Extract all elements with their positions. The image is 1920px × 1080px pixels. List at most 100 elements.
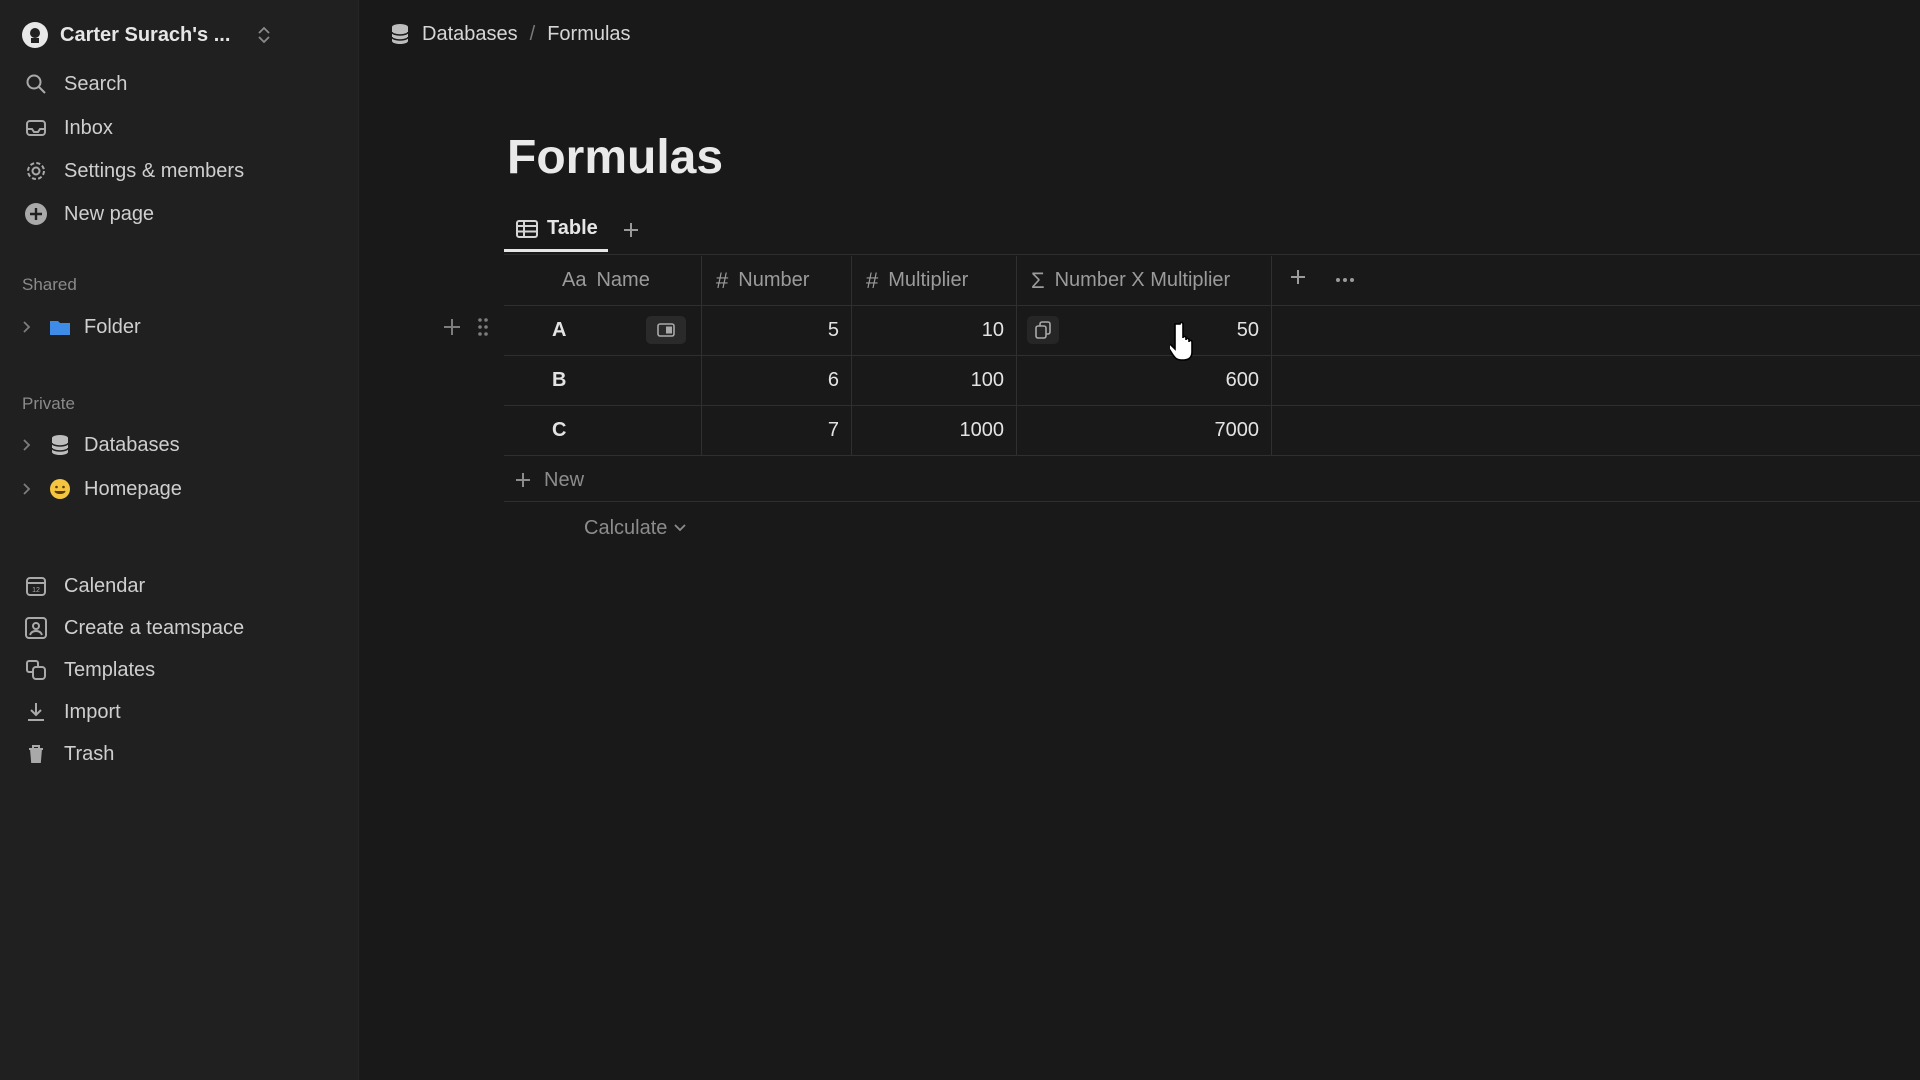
sidebar-item-label: Trash [64,742,115,765]
sidebar-item-calendar[interactable]: 12 Calendar [24,570,344,602]
table-icon [516,219,538,239]
sidebar-item-folder[interactable]: Folder [22,311,342,343]
svg-text:12: 12 [32,587,40,594]
breadcrumb-separator: / [529,22,536,45]
table-row[interactable]: A 5 10 50 [504,306,1920,356]
column-header-formula[interactable]: Σ Number X Multiplier [1016,256,1272,305]
sidebar-item-label: Folder [84,315,141,338]
breadcrumb-item-databases[interactable]: Databases [422,23,518,46]
chevron-updown-icon[interactable] [256,25,272,45]
tab-label: Table [547,217,598,239]
sidebar-item-label: Create a teamspace [64,616,245,639]
calculate-label: Calculate [584,516,668,539]
sidebar-item-inbox[interactable]: Inbox [24,112,344,144]
emoji-icon [48,477,72,501]
sidebar-item-label: Databases [84,433,180,456]
inbox-icon [24,116,48,140]
sidebar-item-label: Templates [64,658,156,681]
sidebar-item-label: Settings & members [64,159,245,182]
multiplier-cell[interactable]: 100 [851,356,1016,405]
drag-handle-icon[interactable] [476,316,490,338]
folder-icon [48,315,72,339]
text-type-icon: Aa [562,269,587,291]
sidebar-item-templates[interactable]: Templates [24,654,344,686]
tab-table[interactable]: Table [504,208,608,252]
number-cell[interactable]: 5 [701,306,851,355]
column-label: Name [596,269,650,291]
name-cell[interactable]: B [504,356,701,405]
add-view-icon[interactable] [622,221,640,239]
column-header-number[interactable]: # Number [701,256,851,305]
database-table: Aa Name # Number # Multiplier Σ Number X… [504,256,1920,456]
gear-icon [24,159,48,183]
sidebar-item-databases[interactable]: Databases [22,429,342,461]
sidebar: Carter Surach's ... Search Inbox Setting… [0,0,359,1080]
cell-value: A [552,319,567,341]
open-page-icon[interactable] [646,316,686,344]
calculate-button[interactable]: Calculate [584,514,687,542]
sidebar-item-settings[interactable]: Settings & members [24,155,344,187]
sidebar-item-search[interactable]: Search [24,68,344,100]
sidebar-item-label: Import [64,700,121,723]
sidebar-item-label: New page [64,202,155,225]
multiplier-cell[interactable]: 10 [851,306,1016,355]
sidebar-item-import[interactable]: Import [24,696,344,728]
add-row-icon[interactable] [442,317,462,337]
hash-icon: # [716,267,729,293]
teamspace-icon [24,616,48,640]
sidebar-item-label: Calendar [64,574,146,597]
chevron-down-icon [673,523,687,533]
multiplier-cell[interactable]: 1000 [851,406,1016,455]
hash-icon: # [866,267,879,293]
breadcrumb-item-formulas[interactable]: Formulas [547,23,630,46]
page-title[interactable]: Formulas [507,130,723,185]
formula-cell[interactable]: 50 [1016,306,1272,355]
row-handles [442,316,490,338]
column-label: Multiplier [888,269,969,291]
workspace-switcher[interactable]: Carter Surach's ... [22,18,342,52]
plus-icon [514,471,532,489]
formula-cell[interactable]: 600 [1016,356,1272,405]
database-icon [48,433,72,457]
formula-cell[interactable]: 7000 [1016,406,1272,455]
chevron-right-icon[interactable] [22,320,36,334]
column-header-multiplier[interactable]: # Multiplier [851,256,1016,305]
column-label: Number X Multiplier [1054,269,1231,291]
section-label-private: Private [22,394,75,413]
number-cell[interactable]: 7 [701,406,851,455]
table-row[interactable]: C 7 1000 7000 [504,406,1920,456]
chevron-right-icon[interactable] [22,482,36,496]
chevron-right-icon[interactable] [22,438,36,452]
import-icon [24,700,48,724]
breadcrumb: Databases / Formulas [390,18,631,50]
plus-circle-icon [24,202,48,226]
hand-cursor-icon [1170,320,1204,362]
search-icon [24,72,48,96]
trash-icon [24,742,48,766]
copy-icon[interactable] [1027,316,1059,344]
sidebar-item-homepage[interactable]: Homepage [22,473,342,505]
number-cell[interactable]: 6 [701,356,851,405]
name-cell[interactable]: C [504,406,701,455]
workspace-name: Carter Surach's ... [60,23,231,46]
more-options-icon[interactable] [1334,270,1356,290]
table-header: Aa Name # Number # Multiplier Σ Number X… [504,256,1920,306]
sidebar-item-label: Inbox [64,116,113,139]
name-cell[interactable]: A [504,306,701,355]
sidebar-item-label: Homepage [84,477,182,500]
divider [504,501,1920,502]
calendar-icon: 12 [24,574,48,598]
templates-icon [24,658,48,682]
column-header-name[interactable]: Aa Name [504,256,701,305]
sidebar-item-trash[interactable]: Trash [24,738,344,770]
new-row-button[interactable]: New [514,464,584,496]
table-row[interactable]: B 6 100 600 [504,356,1920,406]
sidebar-item-new-page[interactable]: New page [24,198,344,230]
workspace-avatar [22,22,48,48]
sidebar-item-create-teamspace[interactable]: Create a teamspace [24,612,344,644]
add-property-icon[interactable] [1289,268,1307,286]
sigma-icon: Σ [1031,267,1045,293]
view-tabs: Table [504,208,640,252]
cell-value: 50 [1236,319,1259,341]
column-label: Number [738,269,810,291]
